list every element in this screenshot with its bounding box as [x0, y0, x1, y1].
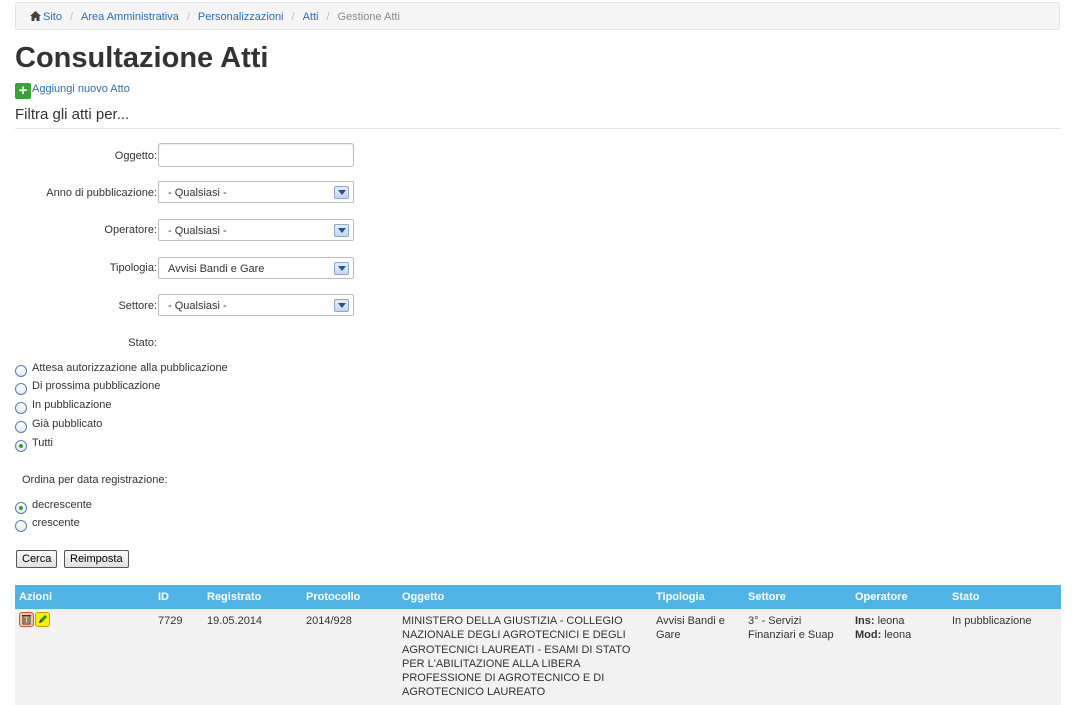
tipologia-label: Tipologia: [109, 262, 157, 274]
operatore-label: Operatore: [104, 224, 157, 236]
anno-select-value: - Qualsiasi - [168, 187, 227, 199]
radio-button[interactable] [15, 502, 27, 514]
chevron-down-icon[interactable] [334, 299, 349, 312]
breadcrumb-current: Gestione Atti [337, 11, 400, 23]
settore-cell: 3° - Servizi Finanziari e Suap [744, 609, 851, 705]
header-operatore: Operatore [851, 585, 948, 609]
home-icon [30, 11, 41, 21]
radio-label: Già pubblicato [32, 418, 103, 430]
stato-label: Stato: [128, 337, 157, 349]
radio-button[interactable] [15, 421, 27, 433]
oggetto-input[interactable] [158, 143, 354, 167]
header-protocollo: Protocollo [302, 585, 398, 609]
page-title: Consultazione Atti [15, 42, 269, 74]
header-stato: Stato [948, 585, 1061, 609]
pencil-icon[interactable] [35, 612, 50, 627]
operatore-select[interactable]: - Qualsiasi - [158, 219, 354, 241]
radio-label: In pubblicazione [32, 399, 112, 411]
breadcrumb-area-amministrativa[interactable]: Area Amministrativa [81, 11, 179, 23]
results-table: Azioni ID Registrato Protocollo Oggetto … [15, 585, 1061, 705]
anno-label: Anno di pubblicazione: [46, 187, 157, 199]
radio-button[interactable] [15, 365, 27, 377]
breadcrumb-separator: / [291, 11, 295, 23]
operatore-select-value: - Qualsiasi - [168, 225, 227, 237]
filter-title: Filtra gli atti per... [15, 106, 130, 123]
breadcrumb-separator: / [326, 11, 330, 23]
trash-icon[interactable] [19, 612, 34, 627]
ins-value: leona [877, 615, 905, 627]
radio-label: Di prossima pubblicazione [32, 380, 161, 392]
header-azioni: Azioni [15, 585, 154, 609]
tipologia-select[interactable]: Avvisi Bandi e Gare [158, 257, 354, 279]
stato-cell: In pubblicazione [948, 609, 1061, 705]
ins-label: Ins: [855, 615, 875, 627]
table-row: 7729 19.05.2014 2014/928 MINISTERO DELLA… [15, 609, 1061, 705]
divider [15, 128, 1061, 129]
radio-label: Tutti [32, 437, 53, 449]
radio-label: crescente [32, 517, 80, 529]
radio-button[interactable] [15, 383, 27, 395]
mod-label: Mod: [855, 629, 882, 642]
tipologia-cell: Avvisi Bandi e Gare [652, 609, 744, 705]
add-icon[interactable]: + [15, 83, 31, 99]
settore-select[interactable]: - Qualsiasi - [158, 294, 354, 316]
operatore-cell: Ins: leona Mod: leona [851, 609, 948, 705]
radio-button[interactable] [15, 520, 27, 532]
azioni-cell [15, 609, 154, 705]
tipologia-select-value: Avvisi Bandi e Gare [168, 263, 265, 275]
id-cell: 7729 [154, 609, 203, 705]
breadcrumb-separator: / [69, 11, 74, 23]
chevron-down-icon[interactable] [334, 262, 349, 275]
oggetto-cell: MINISTERO DELLA GIUSTIZIA - COLLEGIO NAZ… [398, 609, 652, 705]
header-tipologia: Tipologia [652, 585, 744, 609]
chevron-down-icon[interactable] [334, 186, 349, 199]
reimposta-button[interactable]: Reimposta [64, 550, 129, 568]
breadcrumb-personalizzazioni[interactable]: Personalizzazioni [198, 11, 284, 23]
mod-value: leona [884, 629, 912, 642]
oggetto-label: Oggetto: [114, 150, 157, 162]
header-id: ID [154, 585, 203, 609]
breadcrumb: Sito / Area Amministrativa / Personalizzazio… [15, 2, 1060, 30]
radio-button[interactable] [15, 440, 27, 452]
header-registrato: Registrato [203, 585, 302, 609]
radio-label: Attesa autorizzazione alla pubblicazione [32, 362, 228, 374]
chevron-down-icon[interactable] [334, 224, 349, 237]
radio-label: decrescente [32, 499, 92, 511]
header-oggetto: Oggetto [398, 585, 652, 609]
header-settore: Settore [744, 585, 851, 609]
protocollo-cell: 2014/928 [302, 609, 398, 705]
breadcrumb-separator: / [186, 11, 190, 23]
cerca-button[interactable]: Cerca [16, 550, 58, 568]
registrato-cell: 19.05.2014 [203, 609, 302, 705]
ordina-label: Ordina per data registrazione: [22, 474, 168, 486]
breadcrumb-sito[interactable]: Sito [43, 11, 62, 23]
radio-button[interactable] [15, 402, 27, 414]
settore-label: Settore: [118, 300, 157, 312]
add-atto-link[interactable]: Aggiungi nuovo Atto [32, 83, 130, 95]
table-header-row: Azioni ID Registrato Protocollo Oggetto … [15, 585, 1061, 609]
settore-select-value: - Qualsiasi - [168, 300, 227, 312]
anno-select[interactable]: - Qualsiasi - [158, 181, 354, 203]
breadcrumb-atti[interactable]: Atti [303, 11, 319, 23]
